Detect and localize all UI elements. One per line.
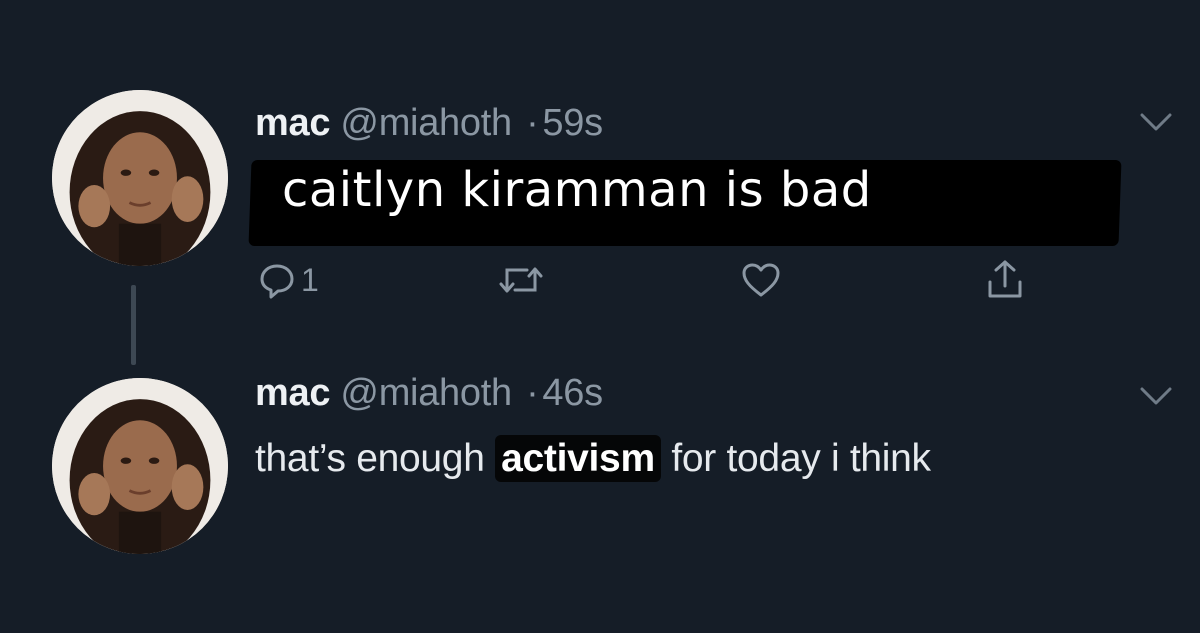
tweet-1[interactable]: mac @miahoth · 59s caitlyn kiramman is ba…: [0, 90, 1200, 330]
like-icon: [739, 260, 783, 300]
tweet-text: that’s enough activism for today i think: [255, 428, 1075, 490]
text-after: for today i think: [660, 437, 931, 480]
overlay-caption: caitlyn kiramman is bad: [282, 162, 872, 218]
tweet-header: mac @miahoth · 46s: [255, 372, 603, 415]
avatar[interactable]: [52, 90, 228, 266]
timestamp[interactable]: 46s: [542, 372, 603, 414]
display-name[interactable]: mac: [255, 372, 330, 414]
chevron-down-icon[interactable]: [1138, 110, 1174, 134]
tweet-2[interactable]: mac @miahoth · 46s that’s enough activism…: [0, 372, 1200, 602]
like-button[interactable]: [739, 258, 783, 302]
separator: ·: [526, 372, 539, 414]
timestamp[interactable]: 59s: [542, 102, 603, 144]
avatar[interactable]: [52, 378, 228, 554]
display-name[interactable]: mac: [255, 102, 330, 144]
share-button[interactable]: [983, 258, 1027, 302]
user-handle[interactable]: @miahoth: [340, 372, 512, 414]
retweet-icon: [497, 260, 545, 300]
reply-icon: [257, 260, 297, 300]
user-handle[interactable]: @miahoth: [340, 102, 512, 144]
retweet-button[interactable]: [497, 258, 545, 302]
reply-button[interactable]: 1: [257, 258, 319, 302]
share-icon: [983, 258, 1027, 302]
reply-count: 1: [301, 261, 319, 298]
text-before: that’s enough: [255, 437, 496, 480]
thread-connector-line: [131, 285, 136, 365]
highlighted-word: activism: [495, 435, 661, 482]
tweet-actions: 1: [255, 258, 1055, 308]
tweet-header: mac @miahoth · 59s: [255, 102, 603, 145]
chevron-down-icon[interactable]: [1138, 384, 1174, 408]
separator: ·: [526, 102, 539, 144]
